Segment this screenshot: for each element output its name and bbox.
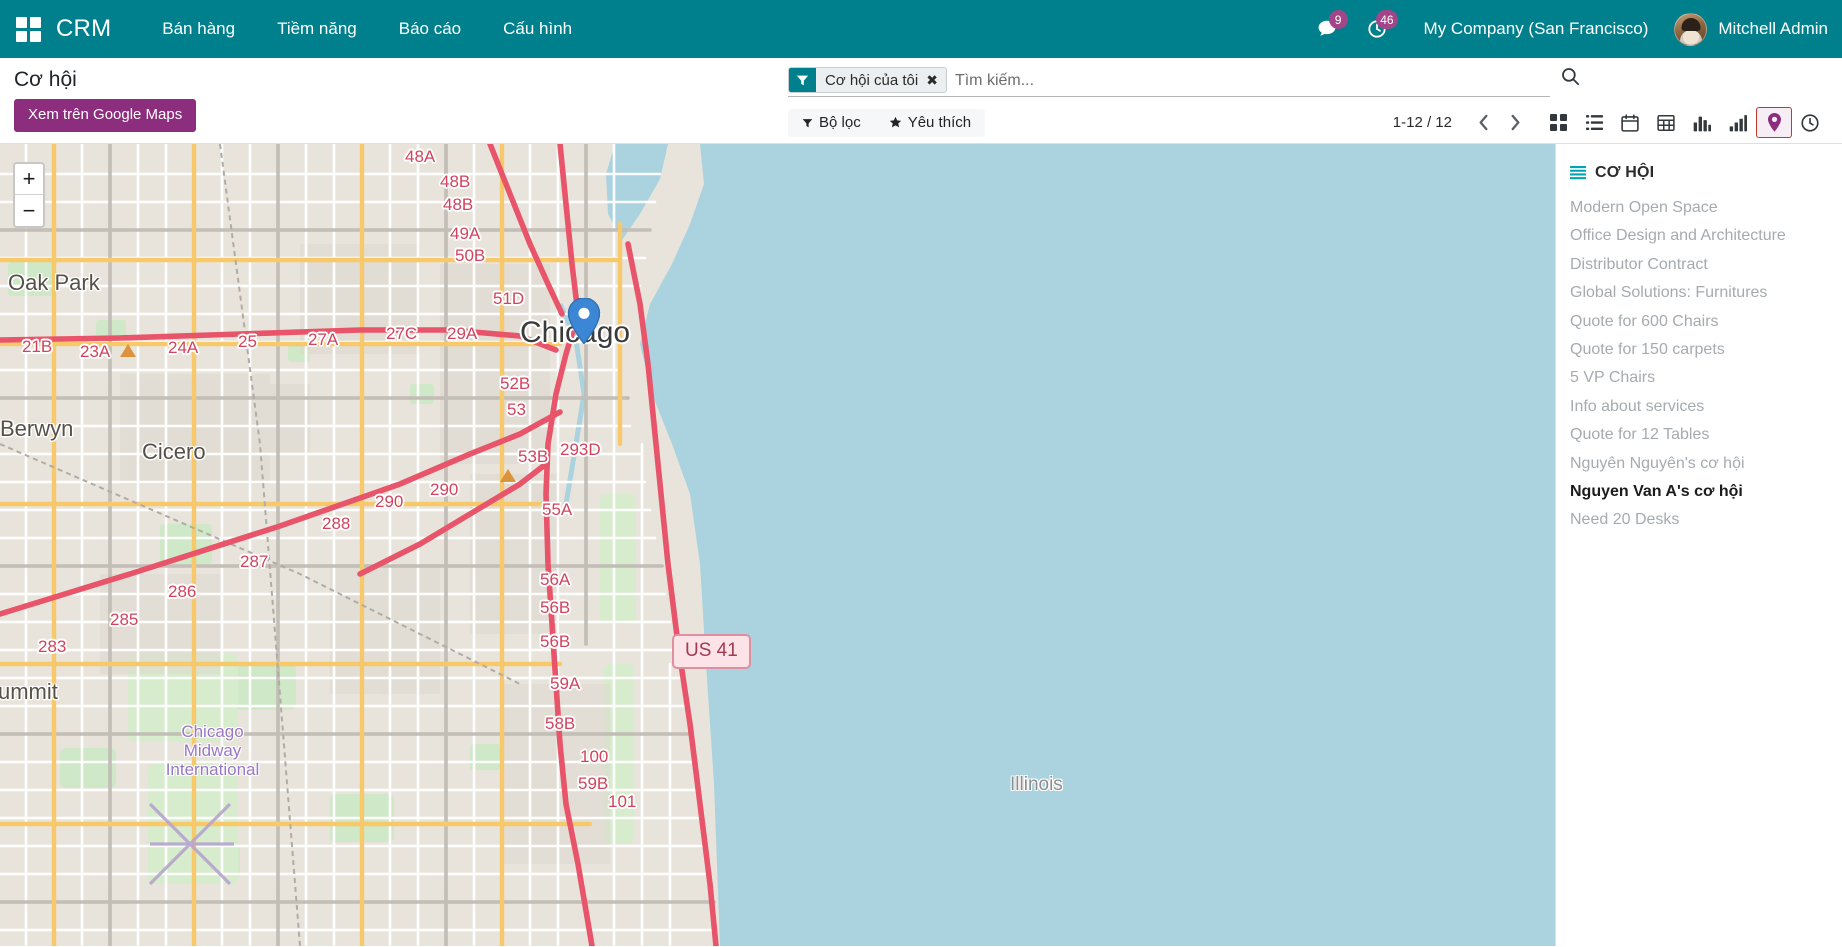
list-item-selected[interactable]: Nguyen Van A's cơ hội [1556, 478, 1842, 506]
activities-counter-badge: 46 [1376, 10, 1397, 29]
messages-button[interactable]: 9 [1302, 0, 1352, 58]
list-item[interactable]: Quote for 600 Chairs [1556, 308, 1842, 336]
view-button-pivot[interactable] [1648, 107, 1684, 138]
view-switcher [1540, 107, 1842, 138]
list-item[interactable]: Modern Open Space [1556, 194, 1842, 222]
menu-item-configuration[interactable]: Cấu hình [482, 0, 593, 58]
filters-dropdown-button[interactable]: Bộ lọc [788, 109, 875, 137]
messages-counter-badge: 9 [1329, 10, 1348, 29]
filter-buttons-group: Bộ lọc Yêu thích [788, 109, 985, 137]
activities-button[interactable]: 46 [1352, 0, 1402, 58]
map-pin-marker[interactable] [567, 298, 601, 344]
side-panel-header: CƠ HỘI [1556, 164, 1842, 194]
user-name: Mitchell Admin [1718, 19, 1828, 39]
map-pin-marker-icon [567, 298, 601, 344]
zoom-in-button[interactable]: + [15, 164, 43, 195]
bar-chart-ascending-icon [1729, 114, 1747, 132]
page-title: Cơ hội [14, 68, 780, 91]
view-button-calendar[interactable] [1612, 107, 1648, 138]
list-item[interactable]: Need 20 Desks [1556, 506, 1842, 534]
list-item[interactable]: Distributor Contract [1556, 251, 1842, 279]
list-item[interactable]: Quote for 12 Tables [1556, 421, 1842, 449]
chevron-left-icon [1477, 114, 1490, 131]
control-panel: Cơ hội Xem trên Google Maps Cơ hội của t… [0, 58, 1842, 144]
zoom-out-button[interactable]: − [15, 195, 43, 226]
triangle-marker [500, 469, 516, 482]
triangle-marker [120, 344, 136, 357]
user-menu[interactable]: Mitchell Admin [1666, 13, 1828, 46]
list-item[interactable]: Global Solutions: Furnitures [1556, 279, 1842, 307]
list-item[interactable]: 5 VP Chairs [1556, 364, 1842, 392]
map-pin-icon [1766, 113, 1783, 132]
search-icon[interactable] [1550, 67, 1596, 86]
list-item[interactable]: Quote for 150 carpets [1556, 336, 1842, 364]
view-on-google-maps-button[interactable]: Xem trên Google Maps [14, 99, 196, 132]
control-panel-left: Cơ hội Xem trên Google Maps [0, 58, 780, 132]
menu-item-sales[interactable]: Bán hàng [141, 0, 256, 58]
main-menu: Bán hàng Tiềm năng Báo cáo Cấu hình [141, 0, 593, 58]
search-view[interactable]: Cơ hội của tôi ✖ [788, 67, 1550, 97]
chevron-right-icon [1509, 114, 1522, 131]
main-content: Chicago Oak Park Berwyn Cicero ummit Ill… [0, 144, 1842, 946]
navbar-right-section: 9 46 My Company (San Francisco) Mitchell… [1302, 0, 1842, 58]
list-item[interactable]: Info about services [1556, 393, 1842, 421]
search-row: Cơ hội của tôi ✖ [780, 67, 1842, 97]
list-lines-icon [1570, 165, 1586, 181]
view-button-kanban[interactable] [1540, 107, 1576, 138]
top-navbar: CRM Bán hàng Tiềm năng Báo cáo Cấu hình … [0, 0, 1842, 58]
list-item[interactable]: Office Design and Architecture [1556, 222, 1842, 250]
control-panel-bottom: Bộ lọc Yêu thích 1-12 / 12 [780, 107, 1842, 138]
menu-item-leads[interactable]: Tiềm năng [256, 0, 378, 58]
pivot-table-icon [1657, 114, 1675, 132]
menu-item-reporting[interactable]: Báo cáo [378, 0, 482, 58]
apps-menu-button[interactable] [0, 0, 56, 58]
filters-label: Bộ lọc [819, 114, 861, 131]
map-tiles [0, 144, 1555, 946]
map-view[interactable]: Chicago Oak Park Berwyn Cicero ummit Ill… [0, 144, 1555, 946]
filter-funnel-icon [789, 68, 816, 92]
pager: 1-12 / 12 [1393, 109, 1540, 137]
bar-chart-icon [1693, 114, 1711, 132]
control-panel-right: Cơ hội của tôi ✖ [780, 58, 1842, 138]
avatar [1674, 13, 1707, 46]
pager-next-button[interactable] [1500, 109, 1530, 137]
search-facet-my-opportunities[interactable]: Cơ hội của tôi ✖ [788, 67, 947, 93]
opportunity-list: Modern Open Space Office Design and Arch… [1556, 194, 1842, 535]
pager-previous-button[interactable] [1468, 109, 1498, 137]
favorites-label: Yêu thích [908, 114, 971, 131]
close-x-icon[interactable]: ✖ [924, 68, 946, 92]
favorites-dropdown-button[interactable]: Yêu thích [875, 109, 985, 137]
kanban-icon [1550, 114, 1567, 131]
view-button-graph[interactable] [1684, 107, 1720, 138]
app-brand-crm[interactable]: CRM [56, 15, 141, 43]
list-icon [1586, 114, 1603, 131]
star-icon [889, 116, 902, 129]
search-facet-label: Cơ hội của tôi [816, 68, 924, 92]
list-item[interactable]: Nguyên Nguyên's cơ hội [1556, 450, 1842, 478]
map-zoom-controls: + − [13, 162, 45, 228]
view-button-cohort[interactable] [1720, 107, 1756, 138]
clock-circle-icon [1801, 114, 1819, 132]
side-panel-title: CƠ HỘI [1595, 164, 1654, 182]
search-input[interactable] [947, 67, 1550, 95]
pager-range: 1-12 / 12 [1393, 114, 1466, 131]
apps-grid-icon [16, 17, 41, 42]
company-switcher[interactable]: My Company (San Francisco) [1402, 19, 1667, 39]
caret-down-icon [802, 117, 813, 128]
view-button-map[interactable] [1756, 107, 1792, 138]
opportunities-side-panel: CƠ HỘI Modern Open Space Office Design a… [1555, 144, 1842, 946]
view-button-list[interactable] [1576, 107, 1612, 138]
view-button-activity[interactable] [1792, 107, 1828, 138]
calendar-icon [1621, 114, 1639, 132]
